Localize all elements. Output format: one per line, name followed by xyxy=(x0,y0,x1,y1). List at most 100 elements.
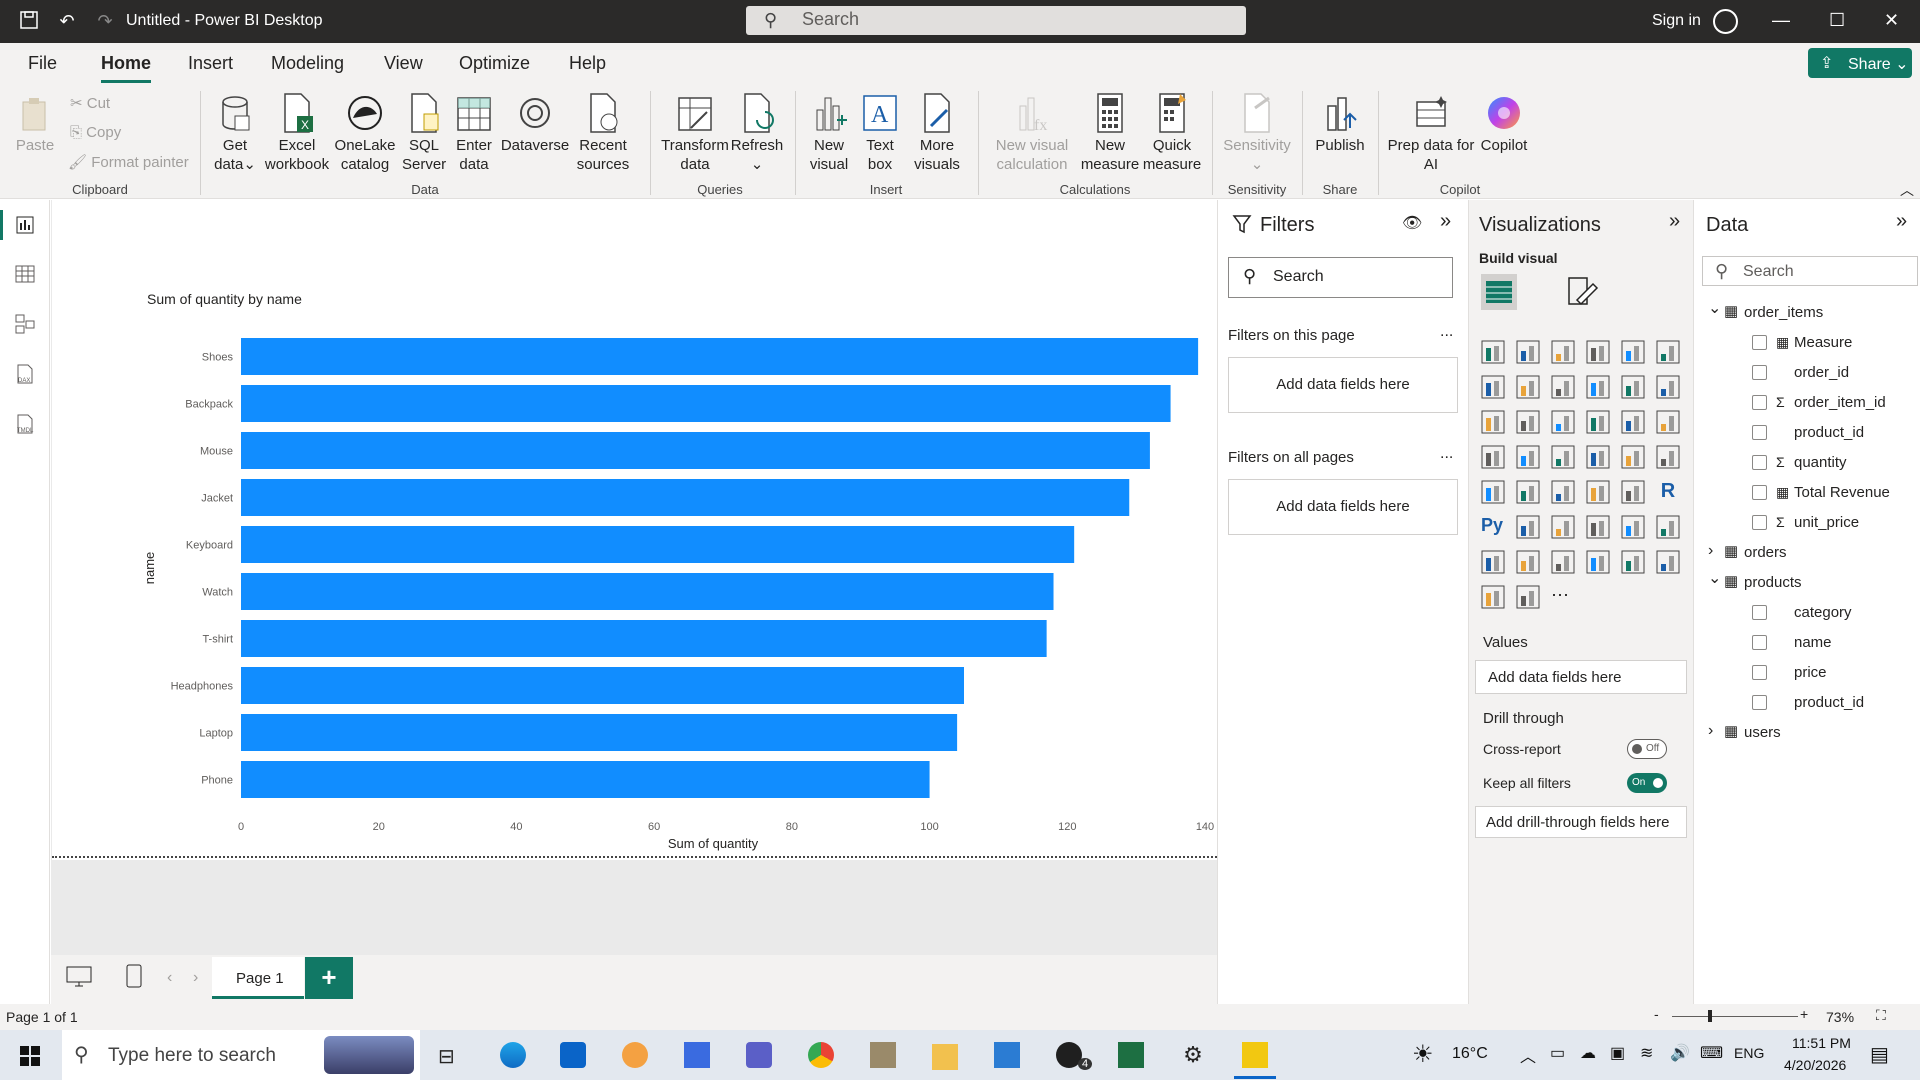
trophy-visual-icon[interactable] xyxy=(1656,515,1680,539)
field-name[interactable]: name xyxy=(1794,634,1832,651)
search-box[interactable]: ⚲ Search xyxy=(746,6,1246,35)
desktop-layout-icon[interactable] xyxy=(65,965,93,989)
vscode-icon[interactable] xyxy=(994,1042,1020,1068)
cross-report-toggle[interactable]: Off xyxy=(1627,739,1667,759)
meet-icon[interactable]: ▣ xyxy=(1610,1043,1625,1063)
volume-icon[interactable]: 🔊 xyxy=(1670,1043,1690,1063)
matrix-visual-icon[interactable] xyxy=(1586,480,1610,504)
apps-visual-icon[interactable] xyxy=(1551,550,1575,574)
filters-all-pages-drop[interactable]: Add data fields here xyxy=(1228,479,1458,535)
onelake-catalog-button[interactable]: OneLake catalog xyxy=(334,92,396,174)
stacked-area-visual-icon[interactable] xyxy=(1551,375,1575,399)
more-options-icon[interactable]: ... xyxy=(1440,445,1453,463)
tmdl-view-icon[interactable]: TMDL xyxy=(14,413,36,435)
undo-icon[interactable]: ↶ xyxy=(56,10,78,32)
format-painter-button[interactable]: 🖌 Format painter xyxy=(68,153,189,171)
add-page-button[interactable]: + xyxy=(305,957,353,999)
edge-icon[interactable] xyxy=(500,1042,526,1068)
key-influencers-visual-icon[interactable] xyxy=(1516,515,1540,539)
area-visual-icon[interactable] xyxy=(1516,375,1540,399)
model-view-icon[interactable] xyxy=(14,313,36,335)
eye-icon[interactable]: 👁 xyxy=(1402,213,1422,233)
azure-map-visual-icon[interactable] xyxy=(1656,550,1680,574)
filters-this-page-drop[interactable]: Add data fields here xyxy=(1228,357,1458,413)
filters-search-input[interactable]: ⚲ Search xyxy=(1228,257,1453,298)
pie-visual-icon[interactable] xyxy=(1621,410,1645,434)
copy-button[interactable]: ⎘ Copy xyxy=(70,124,121,141)
next-page-icon[interactable]: › xyxy=(193,969,198,987)
gauge-visual-icon[interactable] xyxy=(1586,445,1610,469)
field-checkbox[interactable] xyxy=(1752,635,1767,650)
format-visual-tab-icon[interactable] xyxy=(1565,274,1599,308)
qa-visual-icon[interactable] xyxy=(1586,515,1610,539)
paste-button[interactable]: Paste xyxy=(14,92,56,155)
clustered-column-visual-icon[interactable] xyxy=(1586,340,1610,364)
more-visual-icon[interactable]: ⋯ xyxy=(1551,585,1575,609)
field-name[interactable]: product_id xyxy=(1794,424,1864,441)
table-view-icon[interactable] xyxy=(14,263,36,285)
multi-row-card-visual-icon[interactable] xyxy=(1656,445,1680,469)
teams-icon[interactable] xyxy=(746,1042,772,1068)
bar[interactable] xyxy=(241,573,1054,610)
power-bi-icon[interactable] xyxy=(1242,1042,1268,1068)
decomposition-tree-visual-icon[interactable] xyxy=(1551,515,1575,539)
clock-date[interactable]: 4/20/2026 xyxy=(1784,1057,1846,1073)
file-explorer-icon[interactable] xyxy=(932,1044,958,1070)
excel-workbook-button[interactable]: X Excel workbook xyxy=(262,92,332,174)
values-drop-zone[interactable]: Add data fields here xyxy=(1475,660,1687,694)
filled-map-visual-icon[interactable] xyxy=(1551,445,1575,469)
expand-chevron-icon[interactable]: ⌄ xyxy=(1708,568,1721,588)
100-column-visual-icon[interactable] xyxy=(1656,340,1680,364)
battery-icon[interactable]: ▭ xyxy=(1550,1043,1565,1063)
menu-insert[interactable]: Insert xyxy=(188,53,233,74)
data-search-input[interactable]: ⚲ Search xyxy=(1702,256,1918,286)
bar[interactable] xyxy=(241,385,1171,422)
bar[interactable] xyxy=(241,714,958,751)
flow-visual-icon[interactable] xyxy=(1516,585,1540,609)
text-box-button[interactable]: A Text box xyxy=(858,92,902,174)
collapse-ribbon-icon[interactable]: ︿ xyxy=(1900,180,1914,200)
sensitivity-button[interactable]: Sensitivity ⌄ xyxy=(1222,92,1292,174)
show-hidden-icons[interactable]: ︿ xyxy=(1520,1043,1536,1067)
funnel-visual-icon[interactable] xyxy=(1551,410,1575,434)
mobile-layout-icon[interactable] xyxy=(125,963,143,989)
bar[interactable] xyxy=(241,761,930,798)
sign-in-link[interactable]: Sign in xyxy=(1652,12,1701,30)
bar[interactable] xyxy=(241,620,1047,657)
redo-icon[interactable]: ↷ xyxy=(94,10,116,32)
language-indicator[interactable]: ENG xyxy=(1734,1045,1764,1061)
dataverse-button[interactable]: Dataverse xyxy=(500,92,570,155)
clustered-bar-visual-icon[interactable] xyxy=(1551,340,1575,364)
zoom-out-button[interactable]: - xyxy=(1654,1006,1659,1022)
field-checkbox[interactable] xyxy=(1752,455,1767,470)
menu-help[interactable]: Help xyxy=(569,53,606,74)
more-visuals-button[interactable]: More visuals xyxy=(904,92,970,174)
clock-time[interactable]: 11:51 PM xyxy=(1792,1035,1851,1051)
ribbon-visual-icon[interactable] xyxy=(1586,375,1610,399)
maximize-icon[interactable]: ☐ xyxy=(1829,10,1845,31)
paginated-visual-icon[interactable] xyxy=(1481,550,1505,574)
column-alt-visual-icon[interactable] xyxy=(1516,410,1540,434)
enter-data-button[interactable]: Enter data xyxy=(452,92,496,174)
bar[interactable] xyxy=(241,432,1150,469)
quick-measure-button[interactable]: Quick measure xyxy=(1142,92,1202,174)
weather-icon[interactable]: ☀ xyxy=(1412,1040,1434,1069)
report-view-icon[interactable] xyxy=(14,214,36,236)
slicer-visual-icon[interactable] xyxy=(1516,480,1540,504)
taskbar-search[interactable]: ⚲ Type here to search xyxy=(62,1030,420,1080)
menu-file[interactable]: File xyxy=(28,53,57,74)
field-name[interactable]: order_id xyxy=(1794,364,1849,381)
field-name[interactable]: quantity xyxy=(1794,454,1847,471)
card-visual-icon[interactable] xyxy=(1621,445,1645,469)
stacked-column-visual-icon[interactable] xyxy=(1516,340,1540,364)
field-checkbox[interactable] xyxy=(1752,365,1767,380)
wifi-icon[interactable]: ≋ xyxy=(1640,1043,1653,1063)
collapse-chevron-icon[interactable]: › xyxy=(1708,542,1713,560)
zoom-slider-thumb[interactable] xyxy=(1708,1010,1712,1022)
new-visual-button[interactable]: New visual xyxy=(805,92,853,174)
table-name[interactable]: orders xyxy=(1744,544,1787,561)
new-measure-button[interactable]: New measure xyxy=(1080,92,1140,174)
field-checkbox[interactable] xyxy=(1752,425,1767,440)
treemap-visual-icon[interactable] xyxy=(1481,445,1505,469)
expand-chevron-icon[interactable]: ⌄ xyxy=(1708,298,1721,318)
